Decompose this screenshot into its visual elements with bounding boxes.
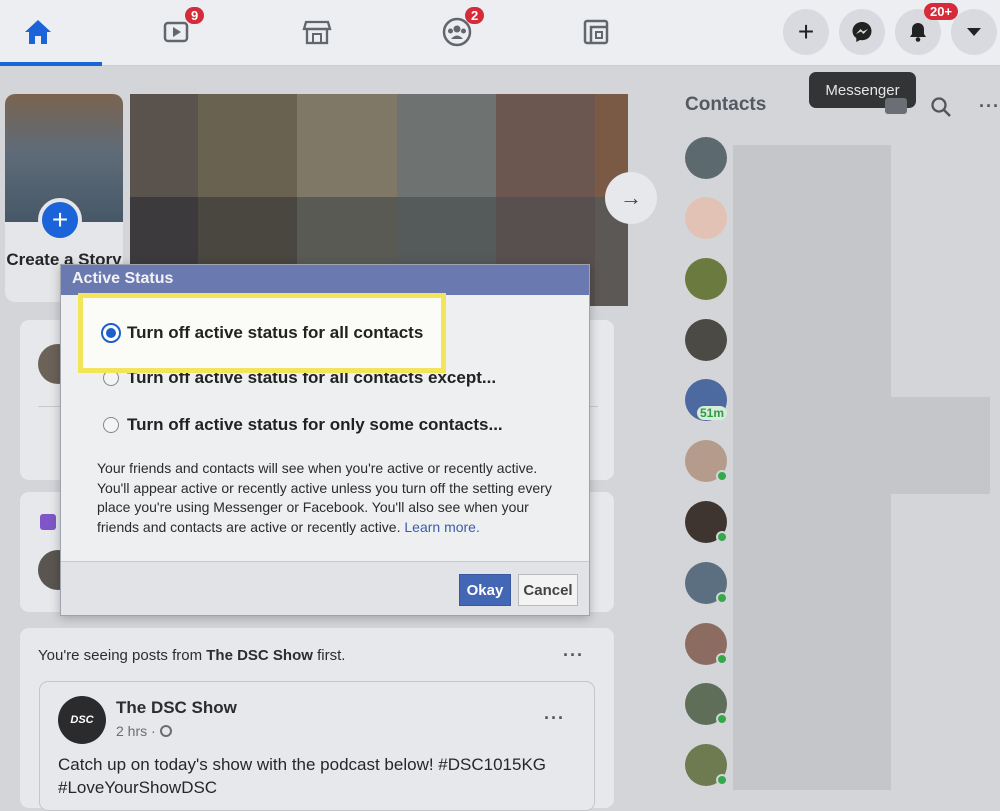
- card-options-icon[interactable]: ···: [563, 645, 584, 666]
- cancel-button[interactable]: Cancel: [518, 574, 578, 606]
- option-only-some-label: Turn off active status for only some con…: [127, 415, 503, 434]
- online-indicator: [716, 653, 728, 665]
- online-indicator: [716, 592, 728, 604]
- see-first-notice: You're seeing posts from The DSC Show fi…: [38, 647, 345, 664]
- post: DSC The DSC Show 2 hrs · ··· Catch up on…: [39, 681, 595, 811]
- post-author[interactable]: The DSC Show: [116, 698, 237, 718]
- account-menu-button[interactable]: [951, 9, 997, 55]
- add-story-icon[interactable]: +: [38, 198, 82, 242]
- messenger-button[interactable]: [839, 9, 885, 55]
- home-icon[interactable]: [16, 10, 60, 54]
- see-first-suffix: first.: [317, 647, 346, 664]
- okay-button[interactable]: Okay: [459, 574, 511, 606]
- page-avatar[interactable]: DSC: [58, 696, 106, 744]
- post-options-icon[interactable]: ···: [544, 708, 565, 729]
- post-text: Catch up on today's show with the podcas…: [58, 755, 547, 797]
- post-timestamp[interactable]: 2 hrs ·: [116, 723, 172, 739]
- messenger-icon: [852, 22, 872, 42]
- groups-badge: 2: [465, 7, 485, 24]
- radio-only-some[interactable]: [103, 417, 119, 433]
- globe-icon: [159, 725, 172, 737]
- contact-names-blurred: [733, 494, 891, 790]
- new-room-icon[interactable]: [885, 98, 907, 114]
- watch-badge: 9: [185, 7, 205, 24]
- marketplace-icon[interactable]: [295, 10, 339, 54]
- option-all-contacts[interactable]: Turn off active status for all contacts: [101, 323, 423, 343]
- dialog-description: Your friends and contacts will see when …: [97, 459, 567, 537]
- radio-all-contacts-selected[interactable]: [101, 323, 121, 343]
- contact-avatar[interactable]: [685, 197, 727, 239]
- online-indicator: [716, 774, 728, 786]
- contact-avatar[interactable]: [685, 258, 727, 300]
- dialog-title: Active Status: [61, 265, 589, 295]
- contacts-title: Contacts: [685, 94, 767, 115]
- description-text: Your friends and contacts will see when …: [97, 460, 552, 535]
- activity-time-badge: 51m: [697, 406, 728, 420]
- selected-option-highlight: Turn off active status for all contacts: [78, 293, 446, 373]
- search-icon[interactable]: [930, 96, 952, 123]
- create-button[interactable]: +: [783, 9, 829, 55]
- caret-down-icon: [967, 28, 981, 36]
- contact-avatar[interactable]: [685, 137, 727, 179]
- home-tab-indicator: [0, 62, 102, 66]
- contact-names-blurred: [733, 145, 891, 297]
- learn-more-link[interactable]: Learn more.: [404, 519, 479, 535]
- gaming-icon[interactable]: [574, 10, 618, 54]
- notifications-badge: 20+: [924, 3, 959, 20]
- bell-icon: [910, 23, 926, 42]
- post-time-text: 2 hrs ·: [116, 723, 160, 739]
- online-indicator: [716, 470, 728, 482]
- top-navigation-bar: 9 2 + 20+: [0, 0, 1000, 66]
- option-all-contacts-label: Turn off active status for all contacts: [127, 323, 424, 342]
- dialog-footer: Okay Cancel: [61, 561, 589, 615]
- contact-names-blurred: [733, 397, 990, 494]
- room-icon: [40, 514, 56, 530]
- online-indicator: [716, 531, 728, 543]
- plus-icon: +: [797, 16, 815, 47]
- contact-names-blurred: [733, 297, 891, 397]
- online-indicator: [716, 713, 728, 725]
- contacts-options-icon[interactable]: ···: [979, 96, 1000, 117]
- see-first-prefix: You're seeing posts from: [38, 647, 203, 664]
- contact-avatar[interactable]: [685, 319, 727, 361]
- stories-next-arrow-icon[interactable]: →: [605, 172, 657, 224]
- see-first-page: The DSC Show: [206, 647, 313, 664]
- option-only-some[interactable]: Turn off active status for only some con…: [103, 415, 503, 435]
